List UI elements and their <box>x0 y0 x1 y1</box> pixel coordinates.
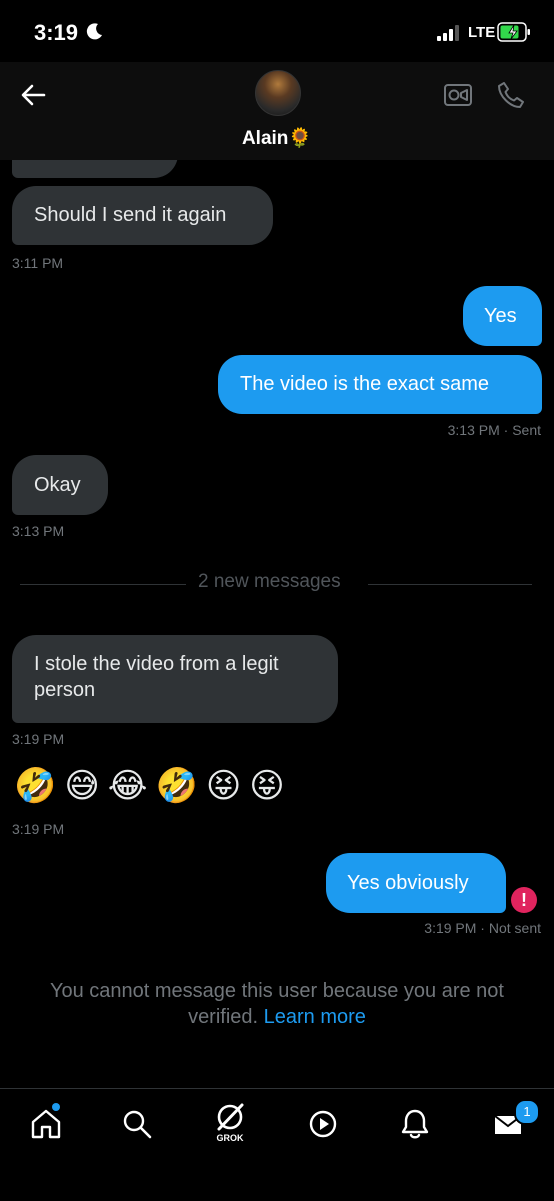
video-call-icon[interactable] <box>443 82 473 108</box>
message-text: I stole the video from a legit person <box>34 653 279 701</box>
message-text: Should I send it again <box>34 204 227 226</box>
play-icon[interactable] <box>306 1107 340 1141</box>
home-notification-dot <box>52 1103 60 1111</box>
status-time: 3:19 <box>34 20 79 45</box>
moon-icon <box>86 23 102 40</box>
new-messages-divider: 2 new messages <box>198 571 341 592</box>
conversation-header: Alain🌻 <box>0 62 554 160</box>
status-bar: 3:19 LTE <box>0 0 554 62</box>
message-text: Okay <box>34 474 81 496</box>
message-bubble-incoming[interactable]: I stole the video from a legit person <box>12 635 338 723</box>
grok-icon[interactable] <box>213 1101 247 1135</box>
avatar[interactable] <box>255 70 301 116</box>
message-timestamp: 3:19 PM <box>12 821 65 837</box>
message-bubble-incoming[interactable]: Okay <box>12 455 108 515</box>
home-icon[interactable] <box>29 1107 63 1141</box>
sunflower-emoji: 🌻 <box>288 128 313 149</box>
back-arrow-icon[interactable] <box>18 80 48 110</box>
message-meta: 3:19 PM · Not sent <box>424 920 541 936</box>
learn-more-link[interactable]: Learn more <box>264 1006 366 1028</box>
message-bubble-outgoing[interactable]: Yes obviously <box>326 853 506 913</box>
message-timestamp: 3:13 PM <box>12 523 65 539</box>
contact-name-text: Alain <box>241 128 289 149</box>
message-text: Yes obviously <box>347 872 469 894</box>
tab-bar: GROK 1 <box>0 1088 554 1201</box>
phone-icon[interactable] <box>496 80 526 110</box>
message-timestamp: 3:11 PM <box>12 255 64 271</box>
network-label: LTE <box>468 24 496 41</box>
message-meta: 3:13 PM · Sent <box>447 422 541 438</box>
message-list[interactable]: Should I send it again 3:11 PM Yes The v… <box>0 160 554 1088</box>
emoji-message[interactable]: 🤣😅😂🤣😝😝 <box>14 766 293 806</box>
message-bubble-incoming[interactable]: Should I send it again <box>12 186 273 245</box>
message-bubble-outgoing[interactable]: Yes <box>463 286 542 346</box>
divider-line-right <box>368 584 532 585</box>
message-text: The video is the exact same <box>240 373 490 395</box>
message-timestamp: 3:19 PM <box>12 731 65 747</box>
contact-name[interactable]: Alain🌻 <box>0 126 554 150</box>
message-bubble-outgoing[interactable]: The video is the exact same <box>218 355 542 414</box>
battery-icon <box>497 22 530 42</box>
message-bubble-partial <box>12 160 178 178</box>
bell-icon[interactable] <box>398 1107 432 1141</box>
divider-line-left <box>20 584 186 585</box>
grok-label: GROK <box>216 1133 244 1143</box>
messages-badge: 1 <box>514 1099 540 1125</box>
search-icon[interactable] <box>120 1107 154 1141</box>
error-icon[interactable]: ! <box>511 887 537 913</box>
message-text: Yes <box>484 305 517 327</box>
cannot-message-notice: You cannot message this user because you… <box>30 978 524 1030</box>
signal-icon <box>437 25 461 41</box>
